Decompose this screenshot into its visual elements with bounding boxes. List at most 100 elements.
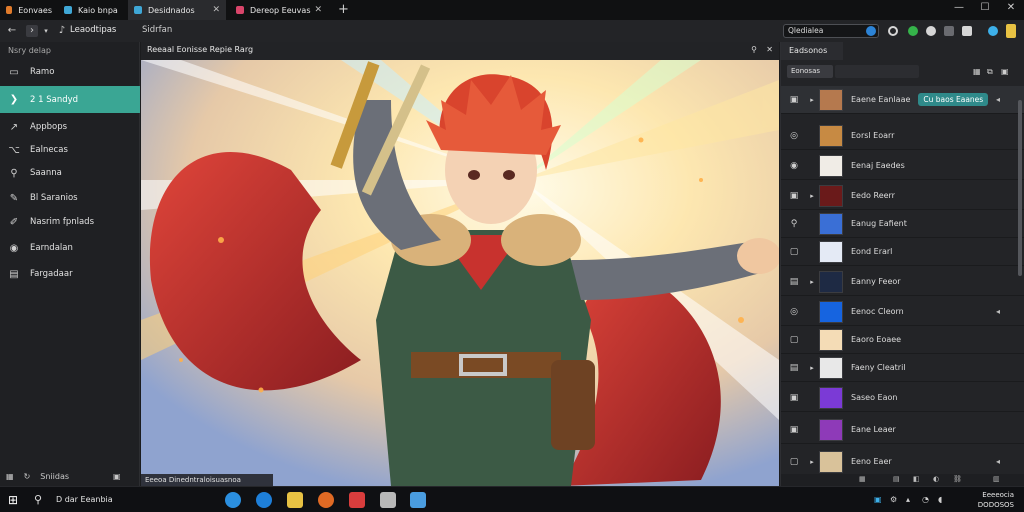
chevron-up-icon[interactable]: ▴: [906, 495, 910, 504]
adjust-icon[interactable]: ◐: [933, 475, 939, 483]
tab-1[interactable]: Eonvaes: [0, 0, 58, 20]
refresh-icon[interactable]: ↻: [24, 472, 31, 481]
layer-row[interactable]: ▣ ▸ Eaene Eanlaae Cu baos Eaanes ◂: [781, 86, 1024, 114]
grid-icon[interactable]: ▦: [973, 67, 981, 76]
layer-options-icon[interactable]: ◂: [996, 95, 1000, 104]
sidebar-item-search[interactable]: ⚲ Saanna: [0, 161, 140, 185]
close-tab-icon[interactable]: ✕: [212, 5, 220, 15]
profile-icon[interactable]: [926, 26, 936, 36]
bluetooth-icon[interactable]: ⚙: [890, 495, 897, 504]
layer-options-icon[interactable]: ◂: [996, 307, 1000, 316]
layer-type-icon[interactable]: ▣: [781, 95, 807, 105]
mask-icon[interactable]: ◧: [913, 475, 920, 483]
layer-row[interactable]: ▢ Eond Erarl: [781, 238, 1024, 266]
layer-row[interactable]: ◉ Eenaj Eaedes: [781, 152, 1024, 180]
layer-type-icon[interactable]: ⚲: [781, 219, 807, 229]
file-explorer-icon[interactable]: [287, 492, 303, 508]
expand-icon[interactable]: ▸: [807, 364, 817, 372]
layer-row[interactable]: ▢ Eaoro Eoaee: [781, 326, 1024, 354]
grid-icon[interactable]: ▦: [6, 472, 14, 481]
clock[interactable]: Eeeeocia DODOSOS: [978, 490, 1014, 510]
layer-row[interactable]: ▣ Eane Leaer: [781, 416, 1024, 444]
back-icon[interactable]: ←: [6, 25, 18, 37]
tab-4[interactable]: Dereop Eeuvas ✕: [230, 0, 328, 20]
maximize-icon[interactable]: ☐: [972, 2, 998, 13]
sidebar-item-gallery[interactable]: ▤ Fargadaar: [0, 262, 140, 286]
store-icon[interactable]: [349, 492, 365, 508]
layer-type-icon[interactable]: ◎: [781, 131, 807, 141]
expand-icon[interactable]: ▸: [807, 96, 817, 104]
layer-filter[interactable]: Eonosas: [787, 65, 833, 78]
close-icon[interactable]: ✕: [766, 45, 773, 54]
browser-icon[interactable]: [256, 492, 272, 508]
sidebar-item-brushes[interactable]: ✐ Nasrim fpnlads: [0, 210, 140, 234]
media-icon[interactable]: [318, 492, 334, 508]
layer-search-input[interactable]: [835, 65, 919, 78]
settings-icon[interactable]: [944, 26, 954, 36]
layer-row[interactable]: ▣ ▸ Eedo Reerr: [781, 182, 1024, 210]
link-icon[interactable]: ⛓: [953, 475, 962, 483]
scrollbar[interactable]: [1018, 100, 1022, 276]
layer-type-icon[interactable]: ▢: [781, 457, 807, 467]
search-icon[interactable]: ⚲: [34, 492, 50, 508]
active-app-icon[interactable]: [410, 492, 426, 508]
layer-type-icon[interactable]: ◎: [781, 307, 807, 317]
layer-type-icon[interactable]: ▣: [781, 425, 807, 435]
account-icon[interactable]: [988, 26, 998, 36]
sidebar-item-channels[interactable]: ⌥ Ealnecas: [0, 138, 140, 162]
tab-3[interactable]: Desidnados ✕: [128, 0, 226, 20]
chevron-down-icon[interactable]: ▾: [40, 25, 52, 37]
app-icon[interactable]: [380, 492, 396, 508]
layer-row[interactable]: ◎ Eenoc Cleorn ◂: [781, 298, 1024, 326]
close-icon[interactable]: ✕: [998, 2, 1024, 13]
add-layer-icon[interactable]: ▦: [859, 475, 866, 483]
sidebar-item-palette[interactable]: ◉ Earndalan: [0, 236, 140, 260]
sidebar-item-active[interactable]: ❯ 2 1 Sandyd: [0, 86, 140, 113]
layer-row[interactable]: ▤ ▸ Eanny Feeor: [781, 268, 1024, 296]
layer-type-icon[interactable]: ▢: [781, 335, 807, 345]
taskbar-search-label[interactable]: D dar Eeanbia: [56, 495, 113, 504]
wifi-icon[interactable]: ◔: [922, 495, 929, 504]
close-tab-icon[interactable]: ✕: [314, 5, 322, 15]
sidebar-item-apps[interactable]: ↗ Appbops: [0, 115, 140, 139]
delete-icon[interactable]: ▥: [993, 475, 1000, 483]
minimize-icon[interactable]: —: [946, 2, 972, 13]
layout-icon[interactable]: ▣: [113, 472, 121, 481]
layer-row[interactable]: ▤ ▸ Faeny Cleatril: [781, 354, 1024, 382]
layer-badge[interactable]: Cu baos Eaanes: [918, 93, 989, 106]
expand-icon[interactable]: ▸: [807, 458, 817, 466]
layer-row[interactable]: ⚲ Eanug Eafient: [781, 210, 1024, 238]
start-icon[interactable]: ⊞: [8, 492, 24, 508]
search-icon[interactable]: ⚲: [751, 45, 757, 54]
menu-icon[interactable]: [1006, 24, 1016, 38]
mode-label[interactable]: Sidrfan: [142, 25, 172, 35]
layer-type-icon[interactable]: ▢: [781, 247, 807, 257]
layer-row[interactable]: ▢ ▸ Eeno Eaer ◂: [781, 448, 1024, 476]
layer-type-icon[interactable]: ▣: [781, 393, 807, 403]
new-tab-icon[interactable]: +: [338, 2, 349, 17]
downloads-icon[interactable]: [962, 26, 972, 36]
panel-tab[interactable]: Eadsonos: [781, 42, 843, 60]
layer-type-icon[interactable]: ◉: [781, 161, 807, 171]
artwork-canvas[interactable]: [141, 60, 779, 486]
folder-icon[interactable]: ▤: [893, 475, 900, 483]
expand-icon[interactable]: ▸: [807, 278, 817, 286]
layout-icon[interactable]: ▣: [1001, 67, 1009, 76]
forward-icon[interactable]: ›: [26, 25, 38, 37]
layer-type-icon[interactable]: ▤: [781, 363, 807, 373]
layer-type-icon[interactable]: ▤: [781, 277, 807, 287]
extension-icon[interactable]: [908, 26, 918, 36]
volume-icon[interactable]: ◖: [938, 495, 942, 504]
layer-options-icon[interactable]: ◂: [996, 457, 1000, 466]
sidebar-item-tools[interactable]: ✎ Bl Saranios: [0, 186, 140, 210]
sidebar-item-home[interactable]: ▭ Ramo: [0, 60, 140, 84]
expand-icon[interactable]: ▸: [807, 192, 817, 200]
sync-icon[interactable]: [888, 26, 898, 36]
network-icon[interactable]: ▣: [874, 495, 882, 504]
layer-row[interactable]: ▣ Saseo Eaon: [781, 384, 1024, 412]
layer-row[interactable]: ◎ Eorsl Eoarr: [781, 122, 1024, 150]
tab-2[interactable]: Kaio bnpa: [58, 0, 128, 20]
search-icon[interactable]: [866, 26, 876, 36]
layer-type-icon[interactable]: ▣: [781, 191, 807, 201]
widgets-icon[interactable]: [225, 492, 241, 508]
